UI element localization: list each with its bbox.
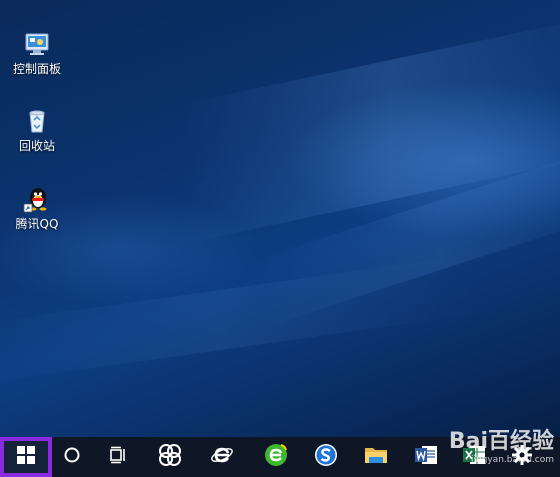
wallpaper-light-beam	[260, 141, 560, 329]
gear-icon	[511, 444, 533, 470]
desktop-icon-recycle-bin[interactable]: 回收站	[1, 107, 73, 153]
start-button[interactable]	[0, 437, 52, 477]
folder-icon	[364, 444, 388, 470]
wallpaper-light-beam	[0, 253, 480, 387]
file-explorer-button[interactable]	[356, 437, 396, 477]
desktop-icon-label: 控制面板	[12, 62, 61, 76]
desktop-icon-qq[interactable]: 腾讯QQ	[1, 185, 73, 231]
task-view-button[interactable]	[100, 437, 138, 477]
control-panel-icon	[23, 30, 51, 58]
360-browser-button[interactable]	[256, 437, 296, 477]
word-icon	[414, 443, 438, 471]
excel-button[interactable]	[454, 437, 494, 477]
desktop: 控制面板 回收站 腾讯QQ Bai百经验 jingyan.baidu.com	[0, 0, 560, 477]
qq-penguin-icon	[23, 185, 51, 213]
cortana-circle-icon	[63, 446, 81, 468]
wallpaper-light-beam	[180, 15, 560, 245]
pinwheel-icon	[158, 443, 182, 471]
sogou-s-icon	[314, 443, 338, 471]
task-view-icon	[109, 446, 129, 468]
taskbar	[0, 437, 560, 477]
green-e-browser-icon	[264, 443, 288, 471]
word-button[interactable]	[406, 437, 446, 477]
cortana-button[interactable]	[54, 437, 90, 477]
excel-icon	[462, 443, 486, 471]
desktop-icon-control-panel[interactable]: 控制面板	[1, 30, 73, 76]
desktop-icon-label: 回收站	[18, 139, 55, 153]
ie-icon	[210, 443, 234, 471]
windows-logo-icon	[17, 446, 35, 468]
pinwheel-app-button[interactable]	[150, 437, 190, 477]
desktop-icon-label: 腾讯QQ	[15, 217, 59, 231]
sogou-browser-button[interactable]	[306, 437, 346, 477]
recycle-bin-icon	[23, 107, 51, 135]
settings-button[interactable]	[502, 437, 542, 477]
internet-explorer-button[interactable]	[202, 437, 242, 477]
